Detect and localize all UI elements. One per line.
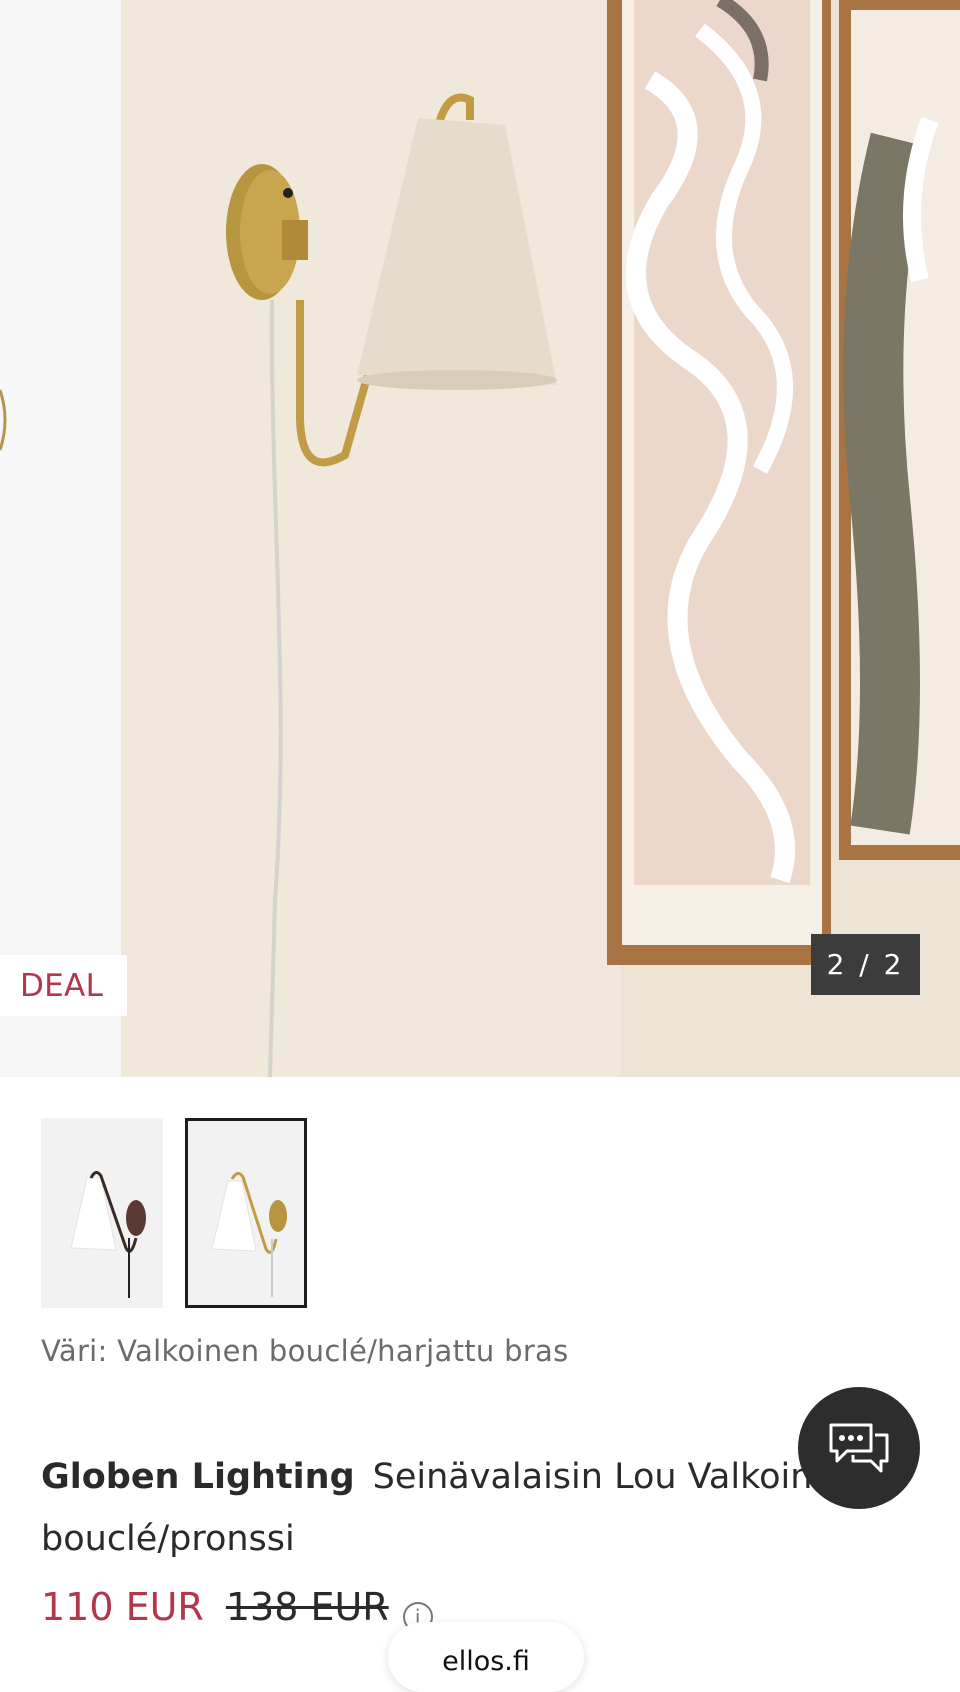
wall-lamp-photo bbox=[0, 0, 960, 1077]
current-price: 110 EUR bbox=[41, 1585, 204, 1629]
price-row: 110 EUR 138 EUR i bbox=[41, 1585, 433, 1632]
thumbnail-strip bbox=[41, 1118, 307, 1308]
image-counter: 2 / 2 bbox=[811, 934, 920, 995]
chat-bubbles-icon bbox=[829, 1423, 889, 1473]
thumbnail-white-brass[interactable] bbox=[185, 1118, 307, 1308]
product-title: Globen Lighting Seinävalaisin Lou Valkoin… bbox=[41, 1446, 901, 1570]
color-label: Väri: Valkoinen bouclé/harjattu bras bbox=[41, 1334, 569, 1368]
chat-button[interactable] bbox=[798, 1387, 920, 1509]
deal-badge: DEAL bbox=[0, 955, 127, 1016]
product-gallery[interactable]: DEAL 2 / 2 bbox=[0, 0, 960, 1077]
original-price: 138 EUR bbox=[225, 1585, 389, 1629]
browser-url-pill[interactable]: ellos.fi bbox=[388, 1622, 584, 1692]
brand-link[interactable]: Globen Lighting bbox=[41, 1457, 355, 1497]
thumbnail-white-dark[interactable] bbox=[41, 1118, 163, 1308]
